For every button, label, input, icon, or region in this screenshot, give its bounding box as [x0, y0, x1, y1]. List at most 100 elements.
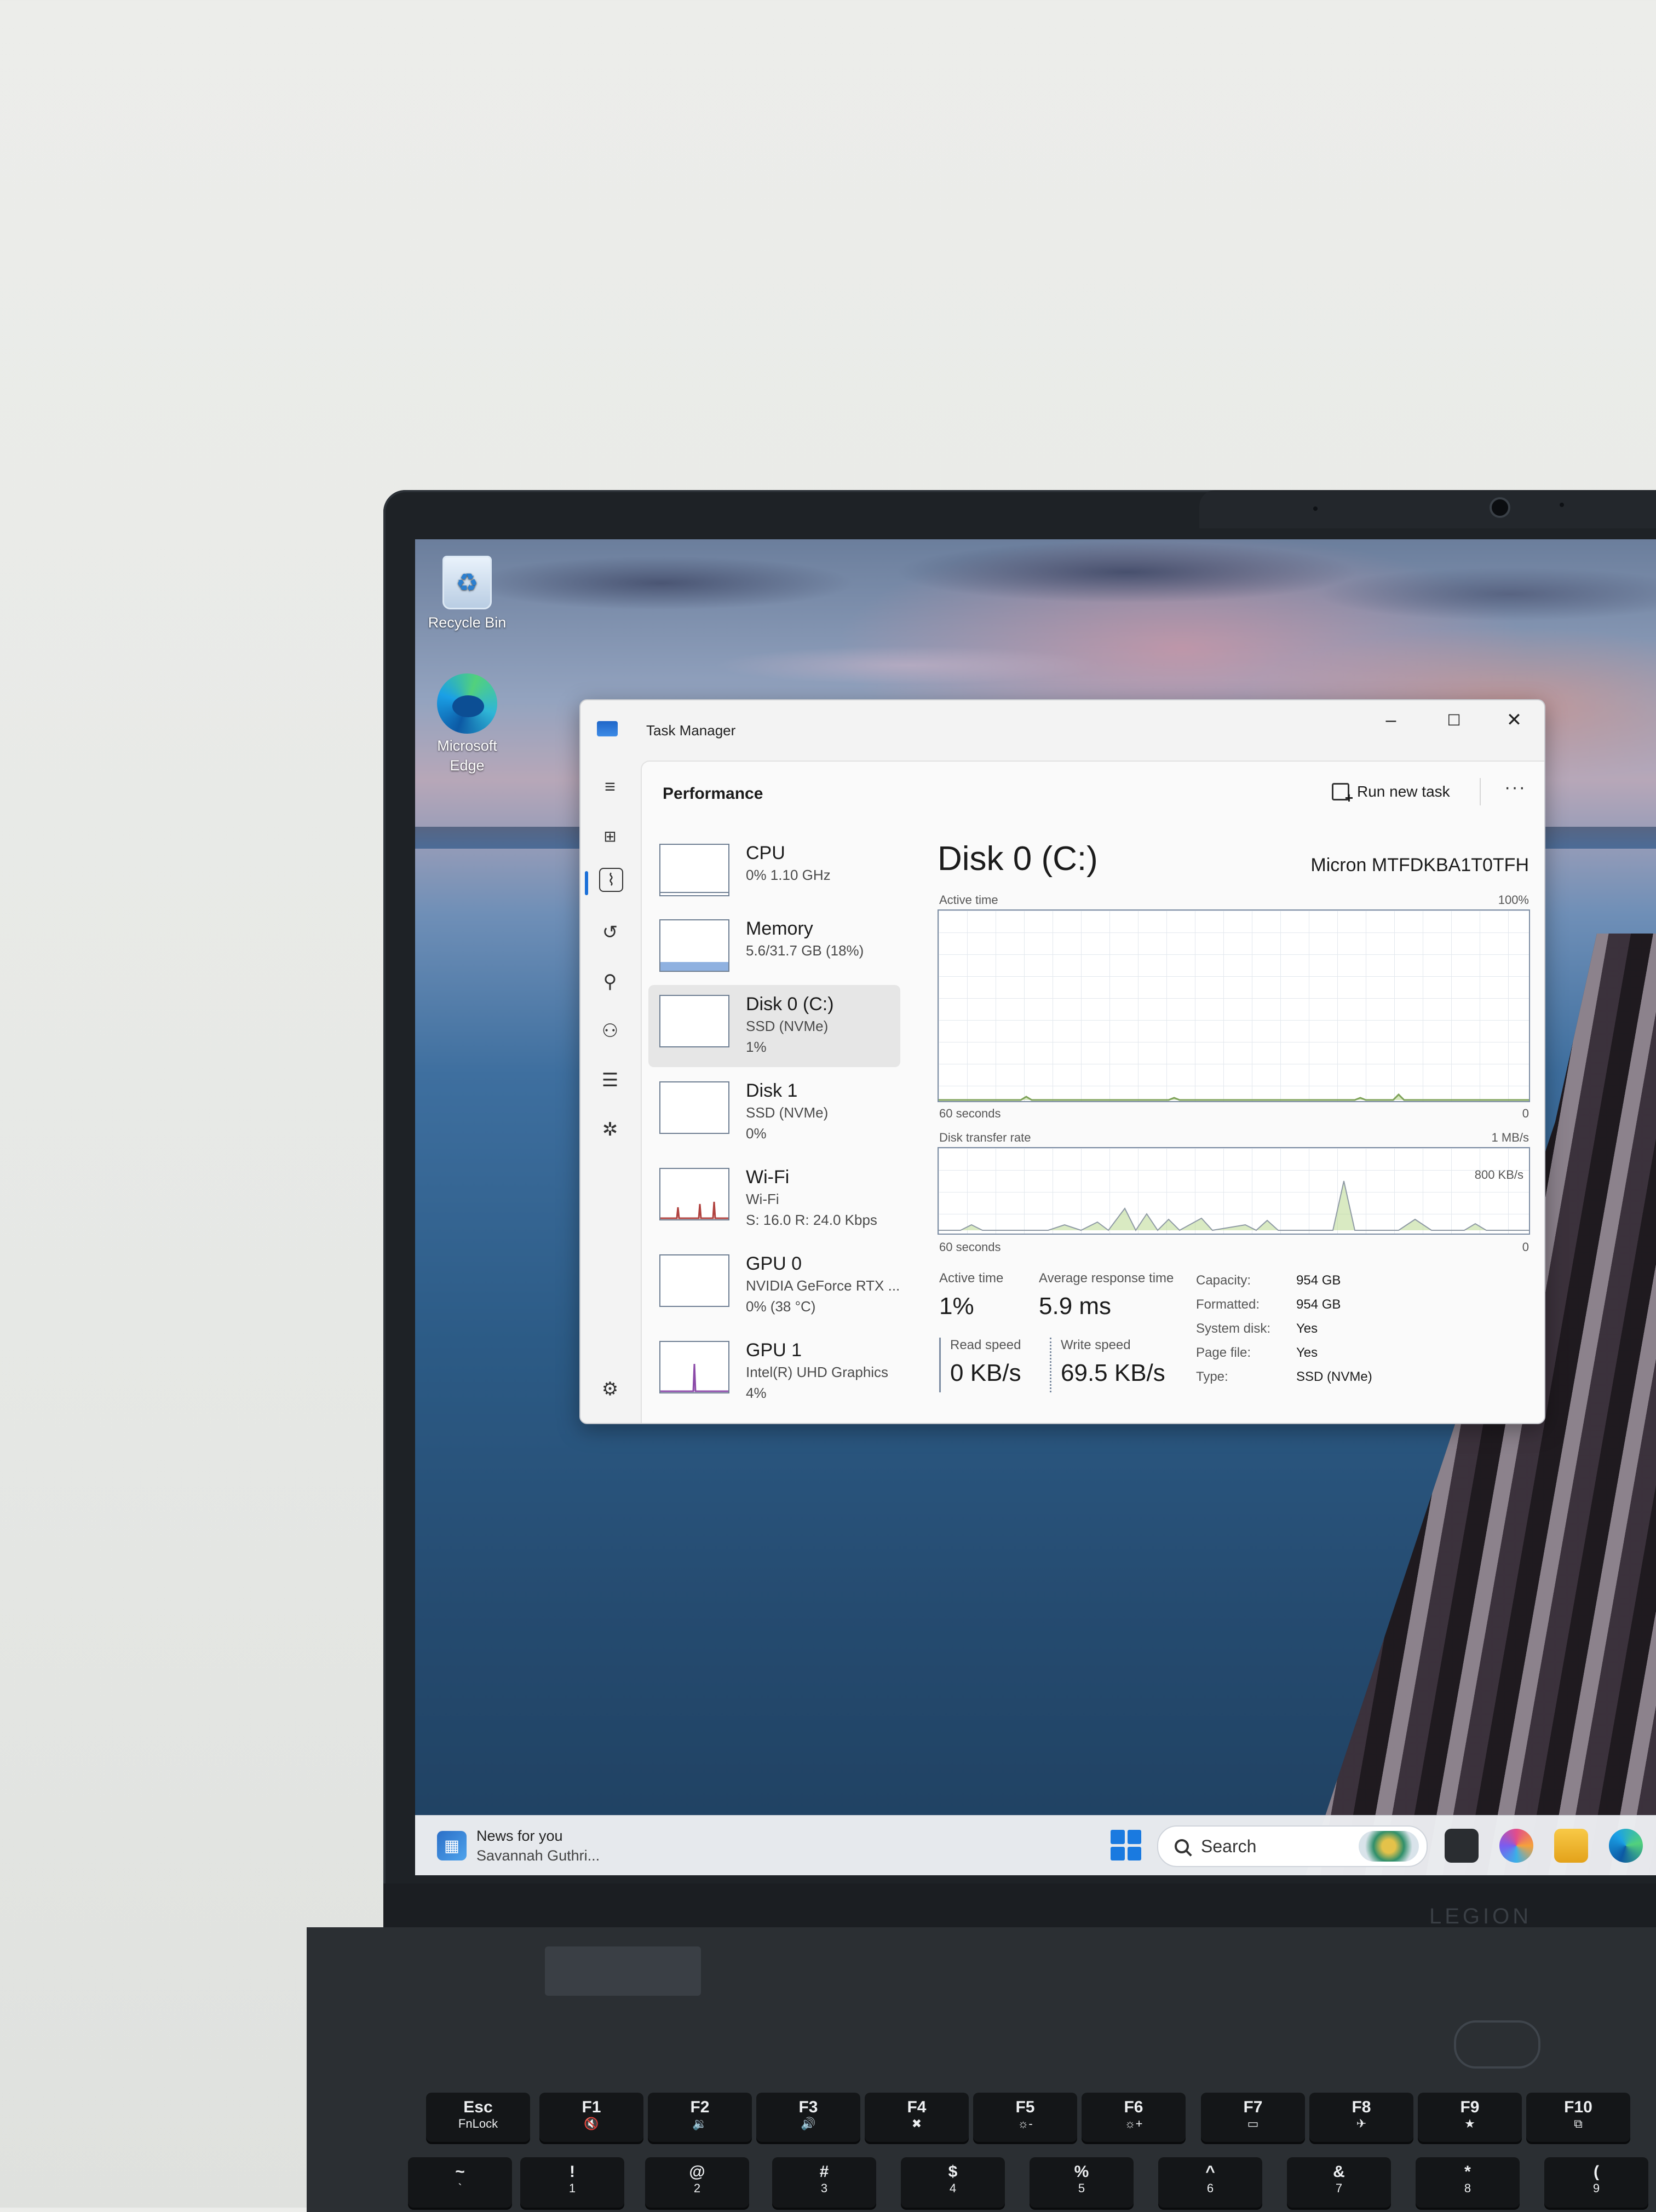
edge-taskbar-icon[interactable] — [1609, 1829, 1643, 1863]
details-icon[interactable]: ☰ — [595, 1065, 625, 1096]
device-item-memory[interactable]: Memory 5.6/31.7 GB (18%) — [648, 909, 900, 992]
transfer-graph-label: Disk transfer rate — [939, 1131, 1031, 1144]
terminal-icon[interactable] — [1445, 1829, 1479, 1863]
key-f9[interactable]: F9 ★ — [1418, 2093, 1522, 2142]
disk-transfer-graph-svg — [939, 1180, 1529, 1231]
hamburger-menu-icon[interactable]: ≡ — [595, 771, 625, 802]
active-time-stat-value: 1% — [939, 1293, 974, 1320]
processes-icon[interactable]: ⊞ — [595, 821, 625, 851]
active-indicator — [585, 871, 588, 895]
brand-logo: LEGION — [1429, 1904, 1532, 1928]
news-widget-icon[interactable]: ▦ — [437, 1831, 467, 1860]
key-7[interactable]: & 7 — [1287, 2157, 1391, 2208]
minimize-button[interactable]: – — [1361, 705, 1421, 735]
disk1-thumbnail-graph — [659, 1081, 729, 1134]
device-item-wifi[interactable]: Wi-Fi Wi-Fi S: 16.0 R: 24.0 Kbps — [648, 1158, 900, 1240]
device-item-disk-0[interactable]: Disk 0 (C:) SSD (NVMe) 1% — [648, 985, 900, 1067]
key-esc[interactable]: Esc FnLock — [426, 2093, 530, 2142]
desktop-screen: ♻ Recycle Bin Microsoft Edge Task Manage… — [415, 539, 1656, 1875]
device-item-gpu-0[interactable]: GPU 0 NVIDIA GeForce RTX ... 0% (38 °C) — [648, 1245, 900, 1327]
active-time-graph-svg — [939, 1093, 1529, 1101]
active-time-graph-max: 100% — [1498, 893, 1529, 907]
key-f6[interactable]: F6 ☼+ — [1082, 2093, 1186, 2142]
services-icon[interactable]: ✲ — [595, 1114, 625, 1145]
performance-icon[interactable]: ⌇ — [599, 868, 623, 892]
device-detail: NVIDIA GeForce RTX ... — [746, 1277, 900, 1294]
key-3[interactable]: #3 — [772, 2157, 876, 2208]
write-speed-value: 69.5 KB/s — [1061, 1360, 1165, 1386]
property-value: Yes — [1296, 1345, 1318, 1360]
users-icon[interactable]: ⚇ — [595, 1016, 625, 1046]
maximize-button[interactable]: ☐ — [1424, 705, 1484, 735]
toolbar-divider — [1480, 778, 1481, 805]
settings-gear-icon[interactable]: ⚙ — [595, 1374, 625, 1404]
more-options-button[interactable]: ··· — [1496, 777, 1534, 804]
taskbar-search[interactable]: Search — [1157, 1825, 1428, 1867]
active-time-graph-label: Active time — [939, 893, 998, 907]
key-f3[interactable]: F3 🔊 — [756, 2093, 860, 2142]
desktop-icon-recycle-bin[interactable]: ♻ Recycle Bin — [423, 556, 511, 632]
key-f5[interactable]: F5 ☼- — [973, 2093, 1077, 2142]
device-name: Wi-Fi — [746, 1167, 790, 1188]
transfer-graph-max: 1 MB/s — [1491, 1131, 1529, 1144]
key-f8[interactable]: F8 ✈ — [1309, 2093, 1413, 2142]
recycle-bin-icon: ♻ — [442, 556, 492, 609]
key-f7[interactable]: F7 ▭ — [1201, 2093, 1305, 2142]
device-detail: 4% — [746, 1385, 767, 1401]
device-detail: 0% 1.10 GHz — [746, 867, 831, 883]
key-1[interactable]: ! 1 — [520, 2157, 624, 2208]
device-item-disk-1[interactable]: Disk 1 SSD (NVMe) 0% — [648, 1072, 900, 1154]
device-detail: 0% (38 °C) — [746, 1298, 816, 1315]
run-new-task-button[interactable]: Run new task — [1332, 778, 1450, 807]
transfer-x-label: 60 seconds — [939, 1240, 1001, 1254]
property-value: 954 GB — [1296, 1297, 1341, 1312]
disk-transfer-graph: 800 KB/s — [938, 1147, 1530, 1235]
title-bar[interactable]: Task Manager – ☐ ✕ — [580, 700, 1544, 761]
key-6[interactable]: ^ 6 — [1158, 2157, 1262, 2208]
property-value: SSD (NVMe) — [1296, 1369, 1372, 1384]
key-8[interactable]: * 8 — [1416, 2157, 1520, 2208]
windows-logo-icon — [1127, 1846, 1141, 1860]
memory-thumbnail-graph — [659, 919, 729, 972]
device-detail: Wi-Fi — [746, 1191, 779, 1207]
news-widget-title[interactable]: News for you — [476, 1828, 563, 1845]
key-f10[interactable]: F10 ⧉ — [1526, 2093, 1630, 2142]
key-f4[interactable]: F4 ✖ — [865, 2093, 969, 2142]
key-f2[interactable]: F2 🔉 — [648, 2093, 752, 2142]
edge-icon — [437, 673, 497, 734]
device-name: Disk 0 (C:) — [746, 994, 834, 1015]
key-4[interactable]: $4 — [901, 2157, 1005, 2208]
device-item-gpu-1[interactable]: GPU 1 Intel(R) UHD Graphics 4% — [648, 1331, 900, 1413]
performance-content: Performance Run new task ··· CPU 0% 1.10… — [641, 761, 1544, 1423]
desktop-icon-edge[interactable]: Microsoft Edge — [423, 673, 511, 775]
copilot-icon[interactable] — [1499, 1829, 1533, 1863]
key-9[interactable]: (9 — [1544, 2157, 1648, 2208]
device-name: Disk 1 — [746, 1080, 798, 1101]
app-history-icon[interactable]: ↺ — [595, 917, 625, 948]
wifi-thumbnail-graph — [659, 1168, 729, 1220]
close-button[interactable]: ✕ — [1484, 705, 1544, 735]
avg-response-value: 5.9 ms — [1039, 1293, 1112, 1320]
key-tilde[interactable]: ~ ` — [408, 2157, 512, 2208]
start-button[interactable] — [1111, 1830, 1141, 1860]
key-f1[interactable]: F1 🔇 — [539, 2093, 643, 2142]
startup-apps-icon[interactable]: ⚲ — [595, 966, 625, 997]
key-2[interactable]: @2 — [645, 2157, 749, 2208]
device-item-cpu[interactable]: CPU 0% 1.10 GHz — [648, 834, 900, 916]
run-task-icon — [1332, 783, 1353, 807]
active-time-x-label: 60 seconds — [939, 1107, 1001, 1120]
key-5[interactable]: % 5 — [1030, 2157, 1134, 2208]
window-title: Task Manager — [646, 722, 736, 739]
windows-logo-icon — [1111, 1846, 1125, 1860]
avg-response-label: Average response time — [1039, 1271, 1174, 1286]
search-label: Search — [1201, 1836, 1257, 1856]
read-speed-value: 0 KB/s — [950, 1360, 1021, 1386]
power-button[interactable] — [1454, 2020, 1540, 2069]
file-explorer-icon[interactable] — [1554, 1829, 1588, 1863]
active-time-graph — [938, 909, 1530, 1102]
property-label: System disk: — [1196, 1321, 1271, 1336]
news-widget-subtitle[interactable]: Savannah Guthri... — [476, 1847, 600, 1864]
property-label: Formatted: — [1196, 1297, 1260, 1312]
gpu1-thumbnail-graph — [659, 1341, 729, 1393]
camera-bezel — [1199, 490, 1656, 528]
